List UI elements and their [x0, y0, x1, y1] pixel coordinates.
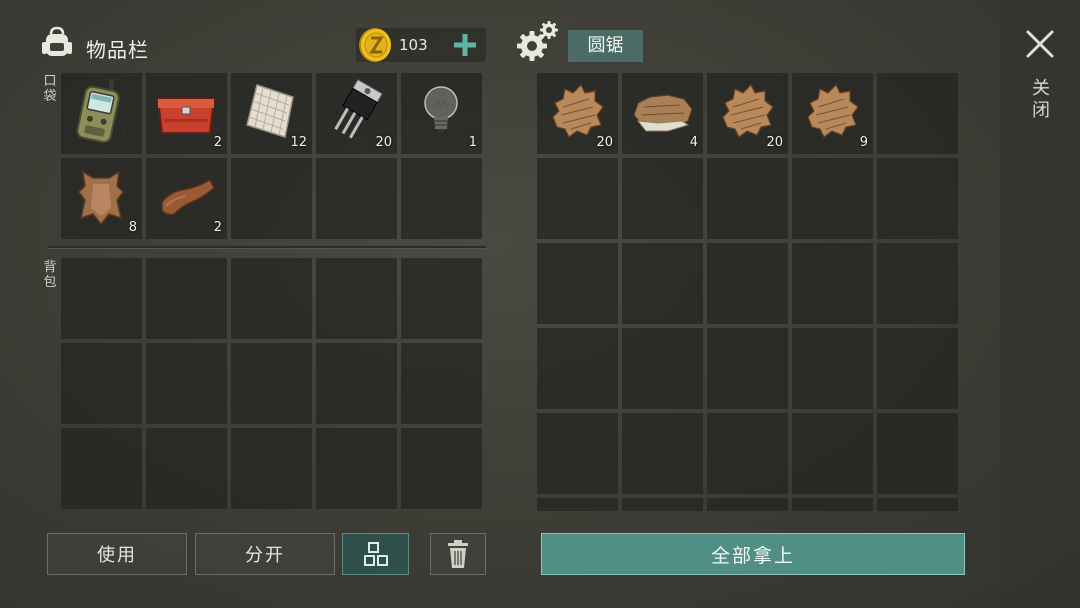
slot-quantity: 8 [128, 220, 137, 235]
station-slot[interactable] [537, 243, 618, 324]
pocket-slot[interactable] [316, 158, 397, 239]
coin-count: 103 [399, 36, 428, 54]
pocket-slot[interactable]: 2 [146, 73, 227, 154]
station-slot[interactable] [707, 498, 788, 511]
station-slot[interactable] [707, 158, 788, 239]
backpack-section-label: 背包 [43, 260, 57, 290]
station-slot[interactable] [792, 243, 873, 324]
section-divider [48, 246, 486, 249]
slot-quantity: 2 [213, 220, 222, 235]
station-slot[interactable] [537, 328, 618, 409]
station-slot[interactable] [707, 328, 788, 409]
backpack-slot[interactable] [401, 258, 482, 339]
pocket-section-label: 口袋 [43, 74, 57, 104]
station-slot[interactable] [622, 158, 703, 239]
slot-quantity: 4 [689, 135, 698, 150]
pocket-slot[interactable]: 12 [231, 73, 312, 154]
station-slot[interactable] [877, 498, 958, 511]
slot-quantity: 9 [859, 135, 868, 150]
backpack-slot[interactable] [146, 258, 227, 339]
backpack-slot[interactable] [146, 428, 227, 509]
station-slot[interactable] [792, 498, 873, 511]
station-slot[interactable] [622, 328, 703, 409]
station-slot[interactable] [622, 413, 703, 494]
close-button-label[interactable]: 关闭 [1030, 78, 1052, 122]
backpack-slot[interactable] [316, 428, 397, 509]
pocket-slot[interactable]: 1 [401, 73, 482, 154]
take-all-button[interactable]: 全部拿上 [541, 533, 965, 575]
slot-quantity: 20 [766, 135, 783, 150]
slot-quantity: 20 [596, 135, 613, 150]
light-bulb-icon [424, 86, 458, 133]
coin-icon [359, 28, 391, 62]
backpack-grid [61, 258, 482, 509]
station-slot[interactable] [707, 413, 788, 494]
backpack-slot[interactable] [61, 428, 142, 509]
backpack-slot[interactable] [231, 258, 312, 339]
pocket-slot[interactable] [231, 158, 312, 239]
station-storage-area[interactable]: 20 4 20 9 [537, 73, 962, 511]
backpack-slot[interactable] [316, 258, 397, 339]
slot-quantity: 1 [468, 135, 477, 150]
slot-quantity: 20 [375, 135, 392, 150]
station-slot[interactable] [537, 498, 618, 511]
station-grid: 20 4 20 9 [537, 73, 962, 511]
station-slot[interactable]: 20 [707, 73, 788, 154]
sort-button[interactable] [342, 533, 409, 575]
grid-sort-icon [363, 542, 388, 566]
backpack-slot[interactable] [401, 428, 482, 509]
station-name-label: 圆锯 [568, 30, 643, 62]
fur-icon [807, 83, 859, 138]
trash-button[interactable] [430, 533, 486, 575]
station-slot[interactable] [622, 243, 703, 324]
walkie-talkie-icon [76, 79, 126, 144]
slot-quantity: 2 [213, 135, 222, 150]
station-slot[interactable] [537, 413, 618, 494]
station-slot[interactable] [877, 328, 958, 409]
split-button[interactable]: 分开 [195, 533, 335, 575]
trash-icon [448, 540, 468, 568]
animal-hide-icon [78, 170, 124, 226]
gears-icon [517, 21, 558, 61]
station-slot[interactable] [707, 243, 788, 324]
station-slot[interactable] [622, 498, 703, 511]
backpack-slot[interactable] [401, 343, 482, 424]
backpack-icon [42, 26, 72, 56]
backpack-slot[interactable] [316, 343, 397, 424]
station-slot[interactable] [792, 328, 873, 409]
backpack-slot[interactable] [61, 343, 142, 424]
inventory-title: 物品栏 [86, 38, 149, 62]
station-slot[interactable]: 4 [622, 73, 703, 154]
station-slot[interactable] [877, 73, 958, 154]
pocket-slot[interactable]: 20 [316, 73, 397, 154]
station-slot[interactable] [792, 158, 873, 239]
backpack-slot[interactable] [61, 258, 142, 339]
leather-icon [161, 178, 215, 216]
station-slot[interactable]: 20 [537, 73, 618, 154]
pocket-grid: 2 12 20 1 8 2 [61, 73, 482, 239]
pocket-slot[interactable] [401, 158, 482, 239]
backpack-slot[interactable] [231, 428, 312, 509]
add-coins-button[interactable] [450, 30, 480, 60]
station-slot[interactable] [877, 243, 958, 324]
station-slot[interactable] [537, 158, 618, 239]
fur-pile-icon [633, 94, 693, 132]
station-slot[interactable]: 9 [792, 73, 873, 154]
station-slot[interactable] [877, 413, 958, 494]
slot-quantity: 12 [290, 135, 307, 150]
station-slot[interactable] [792, 413, 873, 494]
pocket-slot[interactable]: 2 [146, 158, 227, 239]
close-icon[interactable] [1024, 28, 1056, 60]
pocket-slot[interactable]: 8 [61, 158, 142, 239]
backpack-slot[interactable] [231, 343, 312, 424]
station-slot[interactable] [877, 158, 958, 239]
use-button[interactable]: 使用 [47, 533, 187, 575]
pocket-slot[interactable] [61, 73, 142, 154]
backpack-slot[interactable] [146, 343, 227, 424]
toolbox-icon [156, 87, 216, 134]
